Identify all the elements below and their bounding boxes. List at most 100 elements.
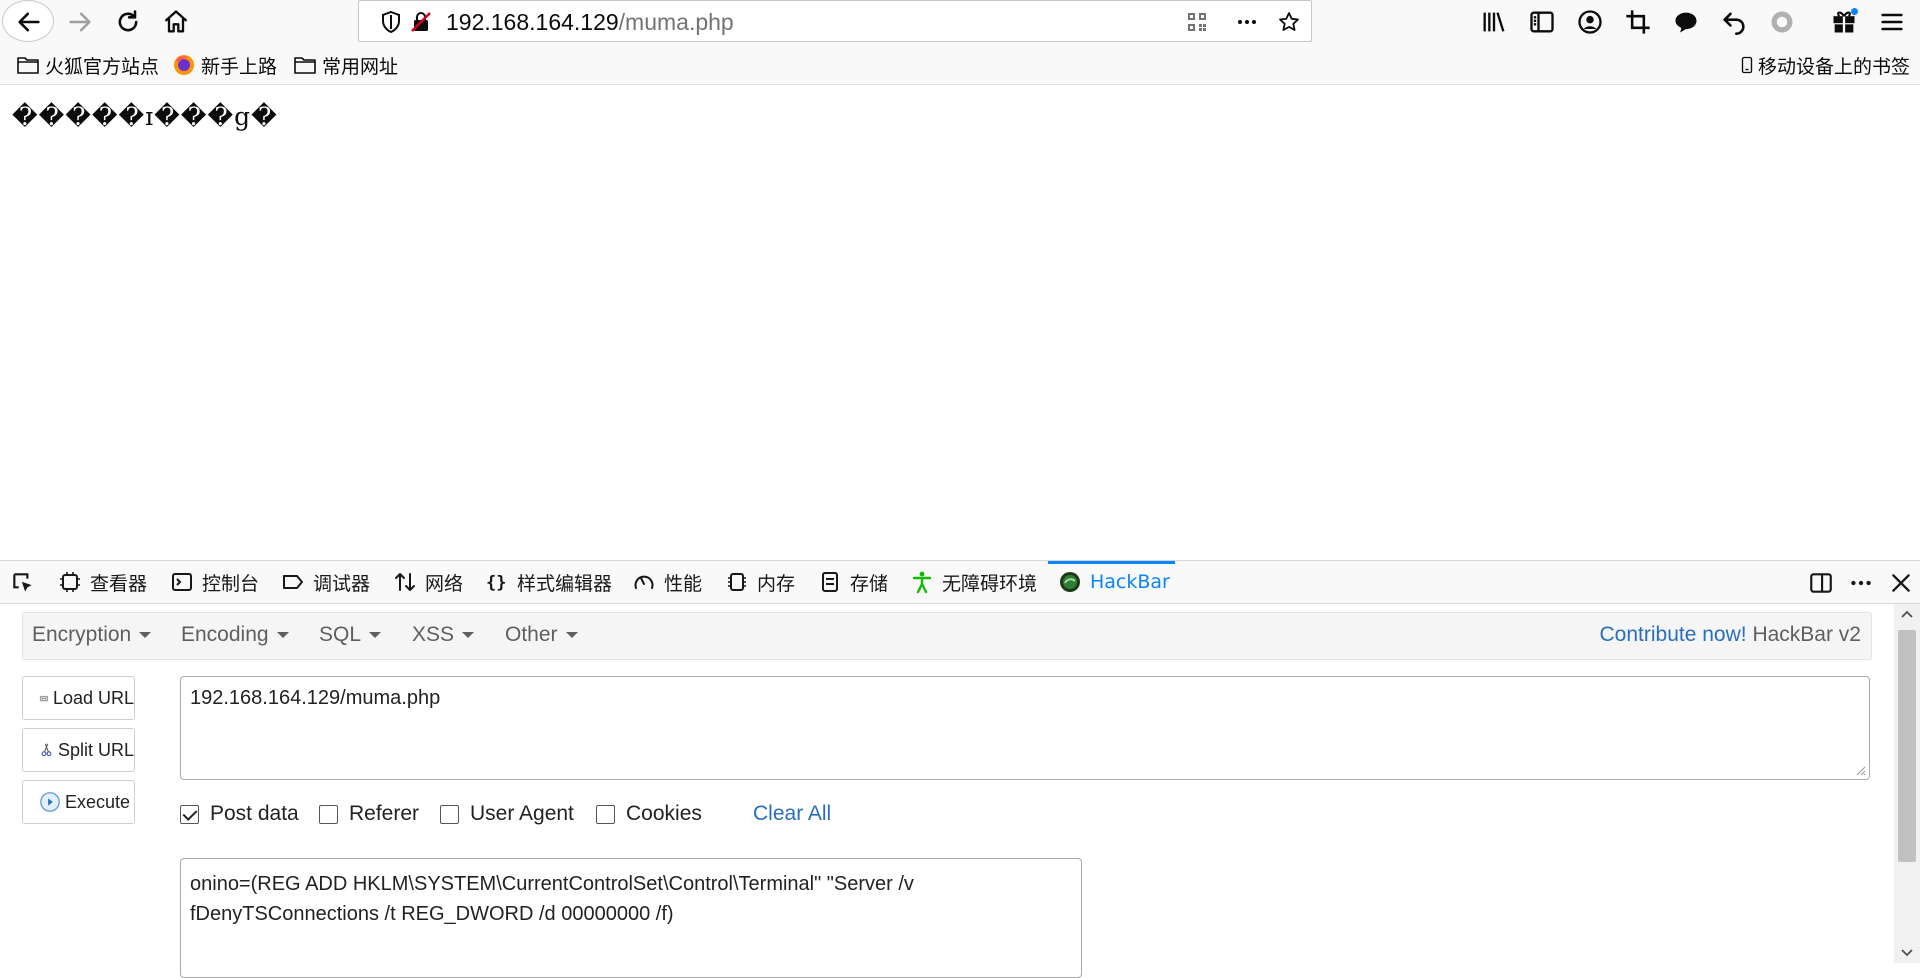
bookmark-common-sites[interactable]: 常用网址 [293,51,398,79]
page-content: �����ɪ���g� [0,86,1920,560]
accessibility-icon [912,571,932,594]
menu-encryption[interactable]: Encryption [32,623,152,647]
checkbox-unchecked[interactable] [440,804,459,824]
tab-style-editor[interactable]: {} 样式编辑器 [485,561,612,603]
menu-sql[interactable]: SQL [319,623,382,647]
scissors-icon [41,743,52,757]
menu-xss[interactable]: XSS [412,623,475,647]
page-output-text: �����ɪ���g� [12,102,278,131]
split-url-button[interactable]: Split URL [22,728,135,772]
checkbox-unchecked[interactable] [596,804,615,824]
tab-label: 存储 [850,572,889,595]
style-editor-icon: {} [486,573,506,593]
post-data-textarea[interactable]: onino=(REG ADD HKLM\SYSTEM\CurrentContro… [180,858,1082,978]
tab-hackbar[interactable]: HackBar [1058,561,1170,603]
navigation-toolbar: 192.168.164.129/muma.php [0,0,1920,45]
cookies-checkbox[interactable]: Cookies [596,802,702,826]
resize-handle-icon[interactable] [1854,764,1866,776]
post-data-checkbox[interactable]: Post data [180,802,299,826]
menu-encoding[interactable]: Encoding [181,623,289,647]
post-data-line: onino=(REG ADD HKLM\SYSTEM\CurrentContro… [190,873,914,895]
tab-console[interactable]: 控制台 [170,561,259,603]
menu-other[interactable]: Other [505,623,578,647]
url-value: 192.168.164.129/muma.php [190,687,441,709]
console-icon [172,573,192,591]
tab-performance[interactable]: 性能 [632,561,702,603]
scrollbar[interactable] [1894,604,1920,963]
url-textarea[interactable]: 192.168.164.129/muma.php [180,676,1870,780]
undo-icon[interactable] [1720,8,1748,36]
scroll-down-arrow-icon[interactable] [1894,943,1920,963]
shield-icon[interactable] [379,10,403,34]
home-icon[interactable] [152,3,200,41]
insecure-lock-icon[interactable] [409,10,433,34]
url-text[interactable]: 192.168.164.129/muma.php [446,7,734,37]
folder-icon [17,57,39,74]
chevron-down-icon [276,632,289,639]
tab-debugger[interactable]: 调试器 [281,561,370,603]
url-path: /muma.php [618,9,734,35]
url-bar[interactable]: 192.168.164.129/muma.php [358,0,1312,42]
hackbar-version: HackBar v2 [1752,623,1861,646]
account-icon[interactable] [1576,8,1604,36]
scroll-up-arrow-icon[interactable] [1894,604,1920,624]
load-url-button[interactable]: Load URL [22,676,135,720]
close-icon[interactable] [1888,570,1914,596]
svg-text:{}: {} [486,573,506,593]
tab-network[interactable]: 网络 [393,561,463,603]
hackbar-menu: Encryption Encoding SQL XSS Other Contri… [22,612,1872,660]
mobile-bookmarks[interactable]: 移动设备上的书签 [1738,51,1910,79]
debugger-icon [283,575,303,589]
user-agent-checkbox[interactable]: User Agent [440,802,574,826]
qr-code-icon[interactable] [1185,10,1209,34]
contribute-link[interactable]: Contribute now! [1600,623,1747,646]
scroll-thumb[interactable] [1898,630,1916,862]
bookmark-firefox-site[interactable]: 火狐官方站点 [16,51,159,79]
tab-inspector[interactable]: 查看器 [58,561,147,603]
options-row: Post data Referer User Agent Cookies Cle… [180,802,1080,832]
tab-label: 内存 [757,572,796,595]
contribute-text: Contribute now! HackBar v2 [1600,623,1861,647]
clear-all-link[interactable]: Clear All [753,802,831,826]
memory-icon [728,573,746,591]
extensions-icon[interactable] [1830,8,1858,36]
star-icon[interactable] [1277,10,1301,34]
back-arrow-icon[interactable] [5,3,53,41]
performance-icon [634,575,654,589]
dock-icon[interactable] [1808,570,1834,596]
firefox-icon [174,55,194,75]
url-host: 192.168.164.129 [446,9,619,35]
more-icon[interactable] [1848,570,1874,596]
forward-arrow-icon[interactable] [56,3,104,41]
tab-label: 控制台 [202,572,260,595]
sidebar-icon[interactable] [1528,8,1556,36]
inspector-icon [60,572,80,592]
bookmark-getting-started[interactable]: 新手上路 [172,51,277,79]
tab-label: 调试器 [313,572,371,595]
hackbar-icon [1060,572,1080,592]
chevron-down-icon [462,632,475,639]
bookmarks-toolbar: 火狐官方站点 新手上路 常用网址 移动设备上的书签 [0,45,1920,85]
load-url-icon [39,695,49,702]
crop-icon[interactable] [1624,8,1652,36]
checkbox-checked[interactable] [180,804,199,824]
storage-icon [822,572,838,592]
referer-checkbox[interactable]: Referer [319,802,419,826]
execute-button[interactable]: Execute [22,780,135,824]
more-icon[interactable] [1235,10,1259,34]
reload-icon[interactable] [104,3,152,41]
chat-icon[interactable] [1672,8,1700,36]
tab-storage[interactable]: 存储 [818,561,888,603]
library-icon[interactable] [1480,8,1508,36]
menu-icon[interactable] [1878,8,1906,36]
tab-label: 网络 [425,572,464,595]
bookmark-label: 火狐官方站点 [45,55,160,78]
checkbox-unchecked[interactable] [319,804,338,824]
tab-accessibility[interactable]: 无障碍环境 [910,561,1037,603]
element-picker-icon[interactable] [10,570,36,596]
bookmark-label: 常用网址 [322,55,399,78]
post-data-line: fDenyTSConnections /t REG_DWORD /d 00000… [190,903,674,925]
tab-memory[interactable]: 内存 [725,561,795,603]
chevron-down-icon [369,632,382,639]
circle-icon[interactable] [1768,8,1796,36]
